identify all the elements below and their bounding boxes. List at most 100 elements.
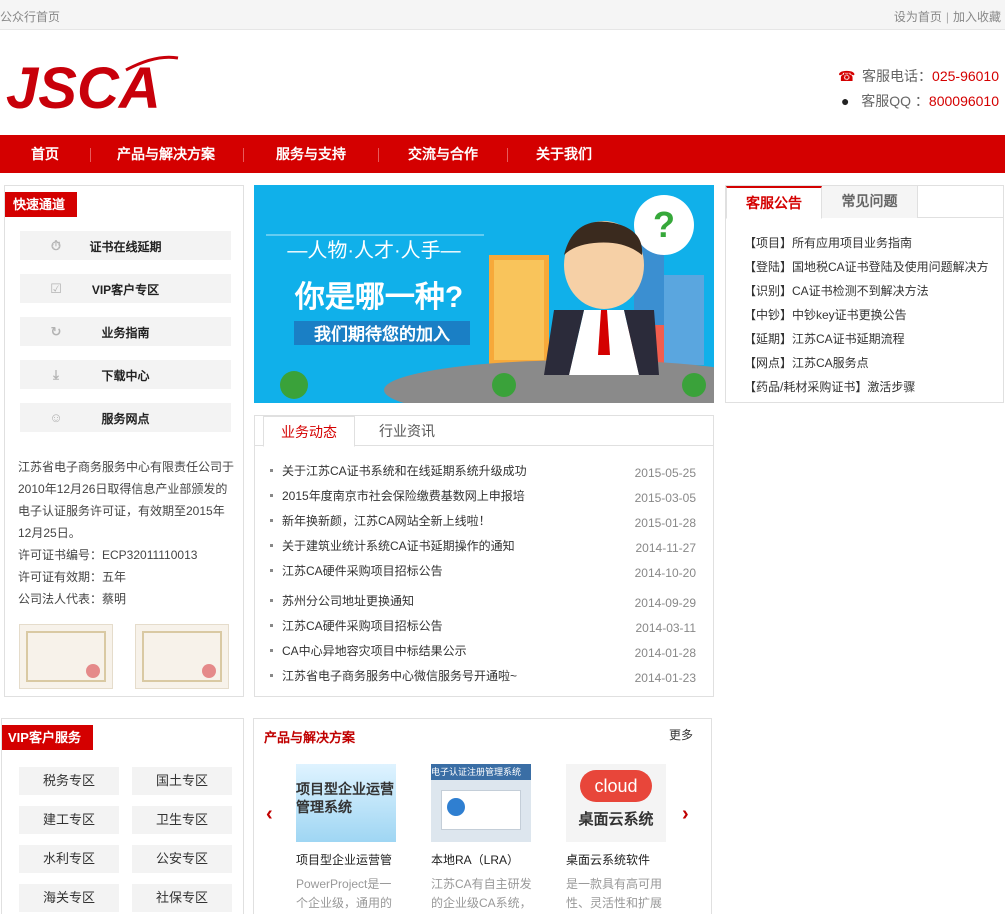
certificate-image[interactable] [135, 624, 229, 689]
license-number: 许可证书编号：ECP32011110013 [18, 548, 198, 562]
news-title[interactable]: 2015年度南京市社会保险缴费基数网上申报培 [282, 487, 612, 504]
vip-water-zone[interactable]: 水利专区 [19, 845, 119, 873]
product-desc: PowerProject是一个企业级，通用的 [296, 877, 393, 910]
product-image-text: 电子认证注册管理系统 [431, 764, 531, 780]
news-item[interactable]: 关于建筑业统计系统CA证书延期操作的通知 2014-11-27 [270, 537, 696, 562]
phone-line: ☎ 客服电话：025-96010 [837, 64, 999, 89]
notice-item[interactable]: 【延期】江苏CA证书延期流程 [744, 330, 905, 347]
product-name[interactable]: 桌面云系统软件 [566, 851, 676, 868]
phone-label: 客服电话： [862, 68, 933, 84]
news-item[interactable]: 江苏CA硬件采购项目招标公告 2014-10-20 [270, 562, 696, 587]
news-title[interactable]: 江苏CA硬件采购项目招标公告 [282, 562, 612, 579]
header: JSCA ☎ 客服电话：025-96010 ● 客服QQ ：800096010 [0, 30, 1005, 135]
notice-item[interactable]: 【网点】江苏CA服务点 [744, 354, 869, 371]
vip-customs-zone[interactable]: 海关专区 [19, 884, 119, 912]
banner-line1: —人物·人才·人手— [287, 239, 460, 262]
nav-about[interactable]: 关于我们 [508, 135, 620, 173]
cloud-icon: cloud [580, 770, 652, 802]
product-name[interactable]: 项目型企业运营管 [296, 851, 406, 868]
banner-line2: 你是哪一种? [294, 281, 463, 314]
news-title[interactable]: 关于建筑业统计系统CA证书延期操作的通知 [282, 537, 612, 554]
nav-products[interactable]: 产品与解决方案 [91, 135, 241, 173]
products-more-link[interactable]: 更多 [669, 726, 693, 743]
notice-item[interactable]: 【登陆】国地税CA证书登陆及使用问题解决方 [744, 258, 989, 275]
notice-item[interactable]: 【识别】CA证书检测不到解决方法 [744, 282, 929, 299]
news-item[interactable]: CA中心异地容灾项目中标结果公示 2014-01-28 [270, 642, 696, 667]
news-title[interactable]: 关于江苏CA证书系统和在线延期系统升级成功 [282, 462, 612, 479]
quick-vip-button[interactable]: ☑ VIP客户专区 [20, 274, 231, 303]
vip-tax-zone[interactable]: 税务专区 [19, 767, 119, 795]
news-item[interactable]: 关于江苏CA证书系统和在线延期系统升级成功 2015-05-25 [270, 462, 696, 487]
jsca-logo[interactable]: JSCA [6, 52, 181, 118]
certificate-image[interactable] [19, 624, 113, 689]
news-title[interactable]: 江苏CA硬件采购项目招标公告 [282, 617, 612, 634]
vip-health-zone[interactable]: 卫生专区 [132, 806, 232, 834]
news-date: 2014-01-28 [634, 646, 696, 660]
top-bar: 公众行首页 设为首页 | 加入收藏 [0, 0, 1005, 30]
carousel-prev-arrow[interactable]: ‹ [266, 803, 273, 826]
products-panel: 产品与解决方案 更多 ‹ › 项目型企业运营管理系统 项目型企业运营管 Powe… [253, 718, 712, 914]
quick-item-label: VIP客户专区 [91, 283, 160, 297]
quick-item-label: 服务网点 [101, 412, 150, 426]
vip-service-title: VIP客户服务 [2, 725, 93, 750]
news-date: 2015-03-05 [634, 491, 696, 505]
quick-guide-button[interactable]: ↻ 业务指南 [20, 317, 231, 346]
product-desc: 是一款具有高可用性、灵活性和扩展 [566, 877, 663, 910]
news-date: 2014-10-20 [634, 566, 696, 580]
qq-line: ● 客服QQ ：800096010 [837, 89, 999, 114]
notice-tabs: 客服公告 常见问题 [726, 186, 1003, 219]
quick-download-button[interactable]: ⤓ 下载中心 [20, 360, 231, 389]
quick-outlets-button[interactable]: ☺ 服务网点 [20, 403, 231, 432]
notice-item[interactable]: 【药品/耗材采购证书】激活步骤 [744, 378, 915, 395]
news-title[interactable]: 新年换新颜，江苏CA网站全新上线啦！ [282, 512, 612, 529]
company-intro: 江苏省电子商务服务中心有限责任公司于2010年12月26日取得信息产业部颁发的电… [18, 456, 238, 610]
carousel-next-arrow[interactable]: › [682, 803, 689, 826]
contact-info: ☎ 客服电话：025-96010 ● 客服QQ ：800096010 [837, 64, 999, 114]
news-item[interactable]: 苏州分公司地址更换通知 2014-09-29 [270, 592, 696, 617]
qq-label: 客服QQ ： [861, 93, 929, 109]
legal-representative: 公司法人代表：蔡明 [18, 592, 127, 606]
banner-line3: 我们期待您的加入 [314, 324, 450, 344]
nav-cooperation[interactable]: 交流与合作 [379, 135, 507, 173]
nav-home[interactable]: 首页 [0, 135, 90, 173]
recruitment-banner[interactable]: ? —人物·人才·人手— 你是哪一种? 我们期待您的加入 [254, 185, 714, 403]
notice-item[interactable]: 【中钞】中钞key证书更换公告 [744, 306, 907, 323]
tab-service-notice[interactable]: 客服公告 [726, 186, 822, 219]
product-name[interactable]: 本地RA（LRA） [431, 851, 541, 868]
notice-panel: 客服公告 常见问题 【项目】所有应用项目业务指南 【登陆】国地税CA证书登陆及使… [725, 185, 1004, 403]
vip-construction-zone[interactable]: 建工专区 [19, 806, 119, 834]
quick-item-label: 证书在线延期 [89, 240, 162, 254]
news-item[interactable]: 江苏CA硬件采购项目招标公告 2014-03-11 [270, 617, 696, 642]
set-home-link[interactable]: 设为首页 [894, 10, 942, 24]
nav-service[interactable]: 服务与支持 [244, 135, 378, 173]
product-image[interactable]: 项目型企业运营管理系统 [296, 764, 396, 842]
news-title[interactable]: 江苏省电子商务服务中心微信服务号开通啦~ [282, 667, 612, 684]
vip-police-zone[interactable]: 公安专区 [132, 845, 232, 873]
intro-text: 江苏省电子商务服务中心有限责任公司于2010年12月26日取得信息产业部颁发的电… [18, 460, 235, 540]
news-title[interactable]: CA中心异地容灾项目中标结果公示 [282, 642, 612, 659]
home-link[interactable]: 公众行首页 [0, 8, 60, 25]
products-title: 产品与解决方案 [264, 730, 356, 745]
news-item[interactable]: 江苏省电子商务服务中心微信服务号开通啦~ 2014-01-23 [270, 667, 696, 692]
tab-business-news[interactable]: 业务动态 [263, 416, 355, 447]
quick-channel-title: 快速通道 [5, 192, 78, 217]
news-date: 2014-11-27 [635, 541, 697, 555]
product-image[interactable]: 电子认证注册管理系统 [431, 764, 531, 842]
news-item[interactable]: 2015年度南京市社会保险缴费基数网上申报培 2015-03-05 [270, 487, 696, 512]
add-favorite-link[interactable]: 加入收藏 [953, 10, 1001, 24]
news-title[interactable]: 苏州分公司地址更换通知 [282, 592, 612, 609]
product-image[interactable]: cloud 桌面云系统 [566, 764, 666, 842]
phone-icon: ☎ [838, 68, 856, 84]
quick-renew-button[interactable]: ⏱ 证书在线延期 [20, 231, 231, 260]
news-date: 2014-01-23 [634, 671, 696, 685]
product-image-text: 桌面云系统 [578, 811, 654, 828]
tab-industry-news[interactable]: 行业资讯 [359, 416, 455, 447]
vip-service-panel: VIP客户服务 税务专区 国土专区 建工专区 卫生专区 水利专区 公安专区 海关… [1, 718, 244, 914]
notice-item[interactable]: 【项目】所有应用项目业务指南 [744, 234, 912, 251]
news-item[interactable]: 新年换新颜，江苏CA网站全新上线啦！ 2015-01-28 [270, 512, 696, 537]
top-right-links: 设为首页 | 加入收藏 [894, 8, 1001, 25]
vip-land-zone[interactable]: 国土专区 [132, 767, 232, 795]
main-nav: 首页 产品与解决方案 服务与支持 交流与合作 关于我们 [0, 135, 1005, 173]
vip-social-security-zone[interactable]: 社保专区 [132, 884, 232, 912]
tab-faq[interactable]: 常见问题 [822, 186, 918, 218]
